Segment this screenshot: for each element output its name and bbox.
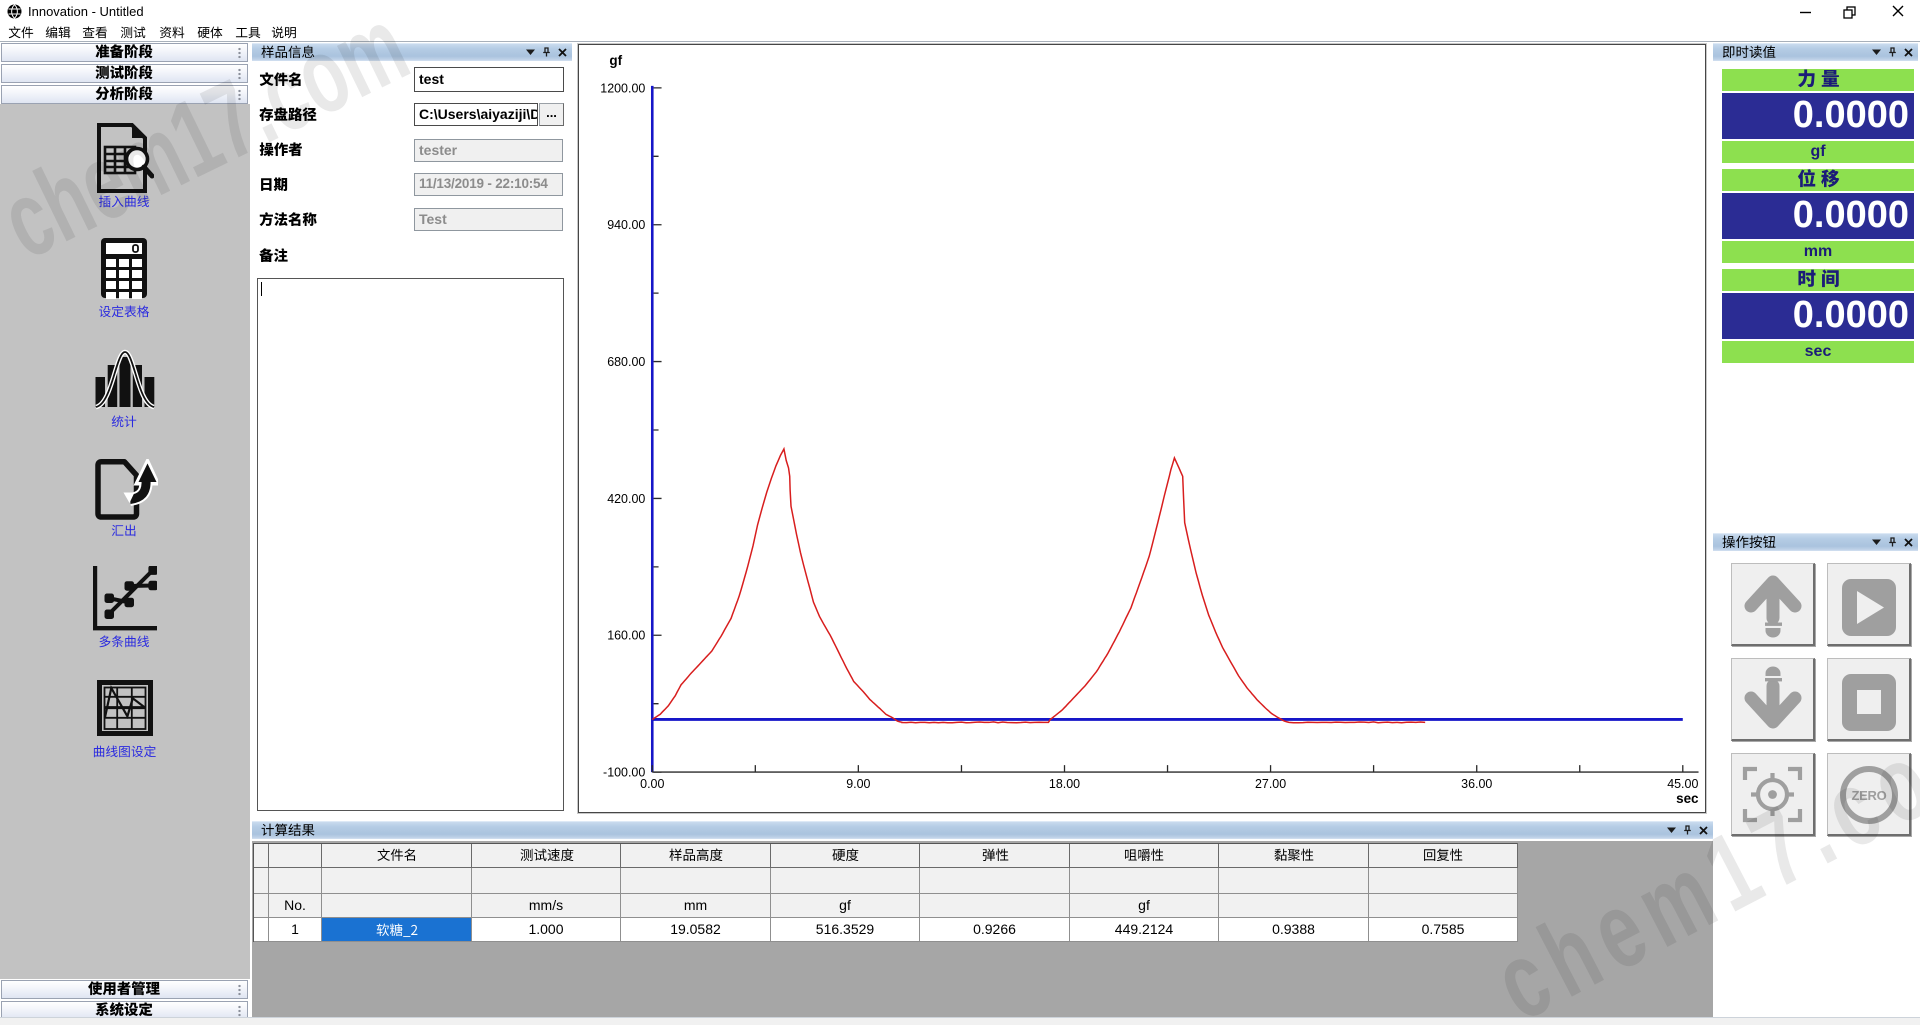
- svg-text:420.00: 420.00: [607, 492, 645, 506]
- svg-text:160.00: 160.00: [607, 629, 645, 643]
- svg-text:940.00: 940.00: [607, 218, 645, 232]
- svg-text:0.00: 0.00: [640, 777, 664, 791]
- svg-text:-100.00: -100.00: [603, 766, 645, 780]
- svg-text:1200.00: 1200.00: [600, 81, 645, 95]
- svg-text:36.00: 36.00: [1461, 777, 1492, 791]
- svg-text:680.00: 680.00: [607, 355, 645, 369]
- svg-text:gf: gf: [609, 53, 622, 68]
- svg-text:18.00: 18.00: [1049, 777, 1080, 791]
- svg-text:sec: sec: [1676, 791, 1699, 806]
- svg-text:27.00: 27.00: [1255, 777, 1286, 791]
- svg-text:ZERO: ZERO: [1852, 788, 1887, 803]
- svg-text:45.00: 45.00: [1667, 777, 1698, 791]
- svg-text:9.00: 9.00: [846, 777, 870, 791]
